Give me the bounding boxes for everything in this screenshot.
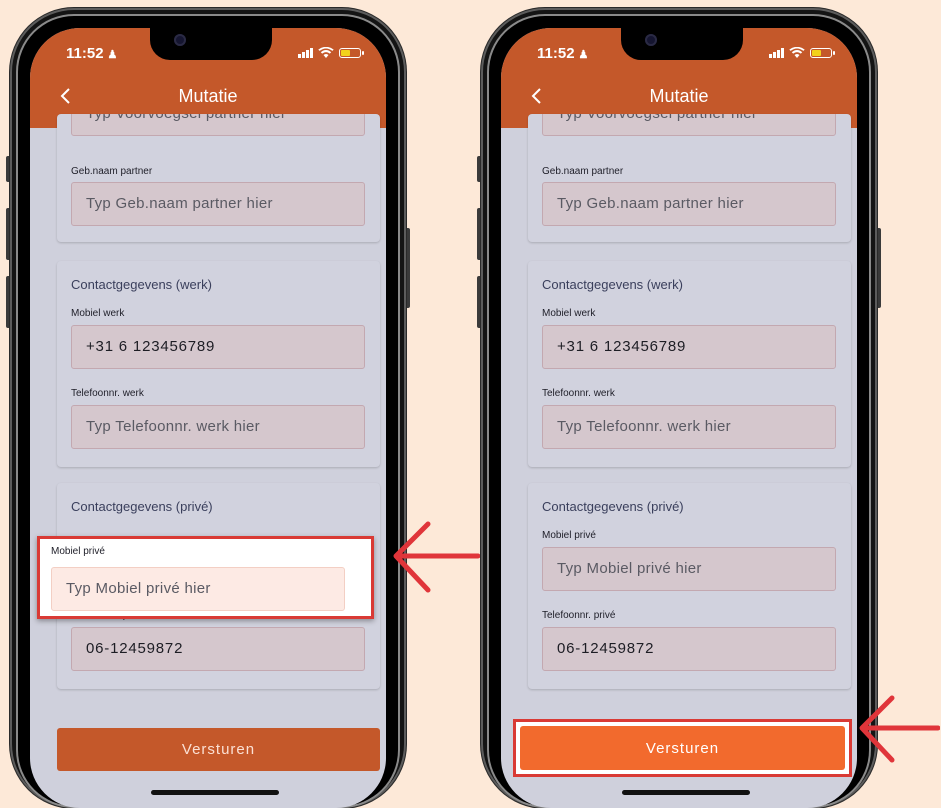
camera xyxy=(645,34,657,46)
telefoon-werk-input[interactable]: Typ Telefoonnr. werk hier xyxy=(542,405,836,449)
card-contact-werk: Contactgegevens (werk) Mobiel werk +31 6… xyxy=(57,261,380,467)
camera xyxy=(174,34,186,46)
mobiel-werk-input[interactable]: +31 6 123456789 xyxy=(71,325,365,369)
home-indicator xyxy=(151,790,279,795)
wifi-icon xyxy=(318,47,334,58)
voorvoegsel-partner-input[interactable]: Typ Voorvoegsel partner hier xyxy=(71,114,365,136)
app-bar: 11:52 ♟ Mutatie xyxy=(501,28,857,128)
notch xyxy=(621,28,743,60)
arrow-left-icon xyxy=(393,521,480,593)
status-time-text: 11:52 xyxy=(66,45,104,62)
telefoon-werk-input[interactable]: Typ Telefoonnr. werk hier xyxy=(71,405,365,449)
wifi-icon xyxy=(789,47,805,58)
send-button[interactable]: Versturen xyxy=(520,726,845,770)
card-prive-heading: Contactgegevens (privé) xyxy=(71,499,213,514)
status-icons xyxy=(769,47,835,58)
status-time: 11:52 ♟ xyxy=(66,45,117,62)
send-button-highlight: Versturen xyxy=(513,719,852,777)
page-title: Mutatie xyxy=(649,86,709,106)
notch xyxy=(150,28,272,60)
app-bar: 11:52 ♟ Mutatie xyxy=(30,28,386,128)
telefoon-prive-input[interactable]: 06-12459872 xyxy=(71,627,365,671)
mobiel-prive-highlight: Mobiel privé Typ Mobiel privé hier xyxy=(37,536,374,619)
person-icon: ♟ xyxy=(107,49,118,61)
geb-naam-partner-input[interactable]: Typ Geb.naam partner hier xyxy=(71,182,365,226)
person-icon: ♟ xyxy=(578,49,589,61)
mobiel-werk-label: Mobiel werk xyxy=(71,308,125,319)
signal-icon xyxy=(769,47,784,58)
status-icons xyxy=(298,47,364,58)
telefoon-prive-input[interactable]: 06-12459872 xyxy=(542,627,836,671)
battery-icon xyxy=(339,47,364,58)
telefoon-werk-label: Telefoonnr. werk xyxy=(71,388,144,399)
phone-screen: 11:52♟ Mutatie Typ Voorvoegsel partner h… xyxy=(30,28,386,808)
phone-bezel: 11:52♟ Mutatie Typ Voorvoegsel partner h… xyxy=(16,14,400,808)
battery-icon xyxy=(810,47,835,58)
telefoon-prive-label: Telefoonnr. privé xyxy=(542,610,616,621)
mobiel-werk-input[interactable]: +31 6 123456789 xyxy=(542,325,836,369)
phone-left: 11:52♟ Mutatie Typ Voorvoegsel partner h… xyxy=(6,8,410,808)
card-werk-heading: Contactgegevens (werk) xyxy=(542,277,683,292)
mobiel-prive-input[interactable]: Typ Mobiel privé hier xyxy=(542,547,836,591)
card-contact-werk: Contactgegevens (werk) Mobiel werk +31 6… xyxy=(528,261,851,467)
geb-naam-partner-input[interactable]: Typ Geb.naam partner hier xyxy=(542,182,836,226)
geb-naam-partner-label: Geb.naam partner xyxy=(542,166,624,177)
card-partner: Typ Voorvoegsel partner hier Geb.naam pa… xyxy=(528,114,851,242)
send-button[interactable]: Versturen xyxy=(57,728,380,771)
form-content: Typ Voorvoegsel partner hier Geb.naam pa… xyxy=(30,114,386,808)
arrow-left-icon xyxy=(859,695,940,763)
mobiel-prive-label: Mobiel privé xyxy=(51,546,105,557)
voorvoegsel-partner-input[interactable]: Typ Voorvoegsel partner hier xyxy=(542,114,836,136)
phone-bezel: 11:52♟ Mutatie Typ Voorvoegsel partner h… xyxy=(487,14,871,808)
telefoon-werk-label: Telefoonnr. werk xyxy=(542,388,615,399)
mobiel-prive-input[interactable]: Typ Mobiel privé hier xyxy=(51,567,345,611)
phone-right: 11:52♟ Mutatie Typ Voorvoegsel partner h… xyxy=(477,8,881,808)
mobiel-prive-label: Mobiel privé xyxy=(542,530,596,541)
status-time: 11:52 ♟ xyxy=(537,45,588,62)
card-prive-heading: Contactgegevens (privé) xyxy=(542,499,684,514)
page-title: Mutatie xyxy=(178,86,238,106)
card-werk-heading: Contactgegevens (werk) xyxy=(71,277,212,292)
home-indicator xyxy=(622,790,750,795)
screen-clip: 11:52♟ Mutatie Typ Voorvoegsel partner h… xyxy=(501,28,857,808)
phone-screen: 11:52♟ Mutatie Typ Voorvoegsel partner h… xyxy=(501,28,857,808)
mobiel-werk-label: Mobiel werk xyxy=(542,308,596,319)
signal-icon xyxy=(298,47,313,58)
form-content: Typ Voorvoegsel partner hier Geb.naam pa… xyxy=(501,114,857,808)
geb-naam-partner-label: Geb.naam partner xyxy=(71,166,153,177)
card-contact-prive: Contactgegevens (privé) Mobiel privé Typ… xyxy=(528,483,851,689)
status-time-text: 11:52 xyxy=(537,45,575,62)
card-partner: Typ Voorvoegsel partner hier Geb.naam pa… xyxy=(57,114,380,242)
